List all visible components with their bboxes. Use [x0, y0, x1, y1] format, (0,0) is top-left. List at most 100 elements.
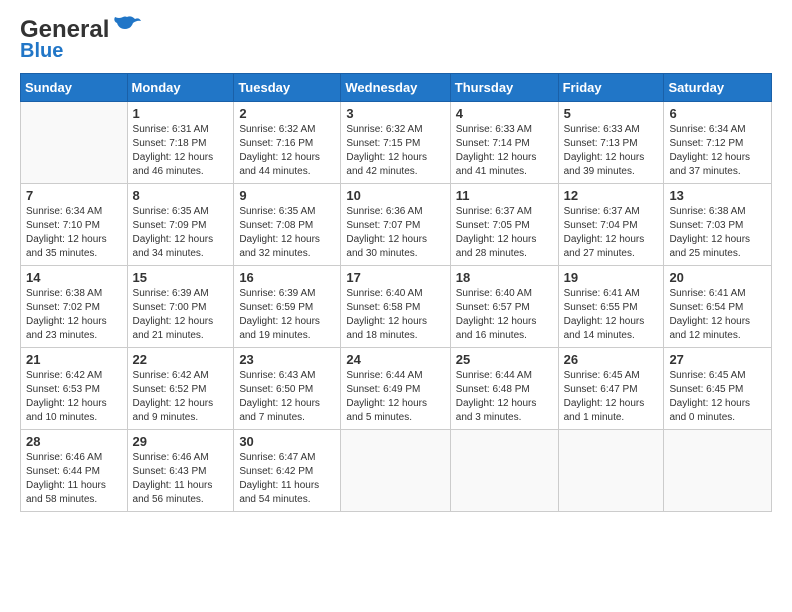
day-info: Sunrise: 6:34 AM Sunset: 7:10 PM Dayligh…	[26, 205, 122, 261]
day-cell: 12 Sunrise: 6:37 AM Sunset: 7:04 PM Dayli…	[558, 184, 664, 266]
day-number: 29	[133, 434, 229, 449]
week-row-1: 1Sunrise: 6:31 AM Sunset: 7:18 PM Daylig…	[21, 102, 772, 184]
day-info: Sunrise: 6:45 AM Sunset: 6:47 PM Dayligh…	[564, 369, 659, 425]
day-info: Sunrise: 6:46 AM Sunset: 6:44 PM Dayligh…	[26, 451, 122, 507]
weekday-sunday: Sunday	[21, 74, 128, 102]
day-number: 4	[456, 106, 553, 121]
weekday-friday: Friday	[558, 74, 664, 102]
day-cell: 19 Sunrise: 6:41 AM Sunset: 6:55 PM Dayli…	[558, 266, 664, 348]
day-cell	[664, 430, 772, 512]
day-info: Sunrise: 6:31 AM Sunset: 7:18 PM Dayligh…	[133, 123, 229, 179]
day-cell	[558, 430, 664, 512]
day-info: Sunrise: 6:46 AM Sunset: 6:43 PM Dayligh…	[133, 451, 229, 507]
day-cell	[21, 102, 128, 184]
day-cell: 11Sunrise: 6:37 AM Sunset: 7:05 PM Dayli…	[450, 184, 558, 266]
weekday-wednesday: Wednesday	[341, 74, 450, 102]
day-number: 28	[26, 434, 122, 449]
day-info: Sunrise: 6:36 AM Sunset: 7:07 PM Dayligh…	[346, 205, 444, 261]
day-cell: 22 Sunrise: 6:42 AM Sunset: 6:52 PM Dayli…	[127, 348, 234, 430]
week-row-5: 28 Sunrise: 6:46 AM Sunset: 6:44 PM Dayli…	[21, 430, 772, 512]
day-cell: 24 Sunrise: 6:44 AM Sunset: 6:49 PM Dayli…	[341, 348, 450, 430]
day-number: 22	[133, 352, 229, 367]
day-number: 8	[133, 188, 229, 203]
day-cell: 25 Sunrise: 6:44 AM Sunset: 6:48 PM Dayli…	[450, 348, 558, 430]
day-cell: 4 Sunrise: 6:33 AM Sunset: 7:14 PM Daylig…	[450, 102, 558, 184]
day-info: Sunrise: 6:33 AM Sunset: 7:14 PM Dayligh…	[456, 123, 553, 179]
day-cell: 10 Sunrise: 6:36 AM Sunset: 7:07 PM Dayli…	[341, 184, 450, 266]
day-cell: 6 Sunrise: 6:34 AM Sunset: 7:12 PM Daylig…	[664, 102, 772, 184]
day-cell: 8 Sunrise: 6:35 AM Sunset: 7:09 PM Daylig…	[127, 184, 234, 266]
day-info: Sunrise: 6:41 AM Sunset: 6:55 PM Dayligh…	[564, 287, 659, 343]
day-number: 6	[669, 106, 766, 121]
day-info: Sunrise: 6:38 AM Sunset: 7:02 PM Dayligh…	[26, 287, 122, 343]
day-info: Sunrise: 6:32 AM Sunset: 7:16 PM Dayligh…	[239, 123, 335, 179]
day-cell: 27 Sunrise: 6:45 AM Sunset: 6:45 PM Dayli…	[664, 348, 772, 430]
day-info: Sunrise: 6:37 AM Sunset: 7:04 PM Dayligh…	[564, 205, 659, 261]
day-info: Sunrise: 6:38 AM Sunset: 7:03 PM Dayligh…	[669, 205, 766, 261]
day-cell: 16Sunrise: 6:39 AM Sunset: 6:59 PM Dayli…	[234, 266, 341, 348]
day-info: Sunrise: 6:32 AM Sunset: 7:15 PM Dayligh…	[346, 123, 444, 179]
day-info: Sunrise: 6:47 AM Sunset: 6:42 PM Dayligh…	[239, 451, 335, 507]
day-info: Sunrise: 6:34 AM Sunset: 7:12 PM Dayligh…	[669, 123, 766, 179]
day-cell: 13 Sunrise: 6:38 AM Sunset: 7:03 PM Dayli…	[664, 184, 772, 266]
day-cell: 7Sunrise: 6:34 AM Sunset: 7:10 PM Daylig…	[21, 184, 128, 266]
day-info: Sunrise: 6:35 AM Sunset: 7:08 PM Dayligh…	[239, 205, 335, 261]
day-info: Sunrise: 6:43 AM Sunset: 6:50 PM Dayligh…	[239, 369, 335, 425]
page: General Blue SundayMondayTuesdayWednesda…	[0, 0, 792, 612]
week-row-4: 21Sunrise: 6:42 AM Sunset: 6:53 PM Dayli…	[21, 348, 772, 430]
logo-block: General Blue	[20, 16, 141, 63]
day-cell: 17Sunrise: 6:40 AM Sunset: 6:58 PM Dayli…	[341, 266, 450, 348]
day-info: Sunrise: 6:41 AM Sunset: 6:54 PM Dayligh…	[669, 287, 766, 343]
weekday-tuesday: Tuesday	[234, 74, 341, 102]
day-cell: 5Sunrise: 6:33 AM Sunset: 7:13 PM Daylig…	[558, 102, 664, 184]
day-number: 12	[564, 188, 659, 203]
day-cell: 14 Sunrise: 6:38 AM Sunset: 7:02 PM Dayli…	[21, 266, 128, 348]
day-cell: 18Sunrise: 6:40 AM Sunset: 6:57 PM Dayli…	[450, 266, 558, 348]
week-row-3: 14 Sunrise: 6:38 AM Sunset: 7:02 PM Dayli…	[21, 266, 772, 348]
day-number: 10	[346, 188, 444, 203]
day-info: Sunrise: 6:42 AM Sunset: 6:52 PM Dayligh…	[133, 369, 229, 425]
logo: General Blue	[20, 16, 141, 63]
day-cell	[450, 430, 558, 512]
day-cell: 29 Sunrise: 6:46 AM Sunset: 6:43 PM Dayli…	[127, 430, 234, 512]
day-number: 16	[239, 270, 335, 285]
day-cell: 9 Sunrise: 6:35 AM Sunset: 7:08 PM Daylig…	[234, 184, 341, 266]
weekday-thursday: Thursday	[450, 74, 558, 102]
weekday-monday: Monday	[127, 74, 234, 102]
day-number: 25	[456, 352, 553, 367]
day-cell: 23Sunrise: 6:43 AM Sunset: 6:50 PM Dayli…	[234, 348, 341, 430]
weekday-header-row: SundayMondayTuesdayWednesdayThursdayFrid…	[21, 74, 772, 102]
weekday-saturday: Saturday	[664, 74, 772, 102]
day-number: 13	[669, 188, 766, 203]
day-info: Sunrise: 6:44 AM Sunset: 6:49 PM Dayligh…	[346, 369, 444, 425]
day-number: 27	[669, 352, 766, 367]
week-row-2: 7Sunrise: 6:34 AM Sunset: 7:10 PM Daylig…	[21, 184, 772, 266]
day-number: 30	[239, 434, 335, 449]
day-cell: 2 Sunrise: 6:32 AM Sunset: 7:16 PM Daylig…	[234, 102, 341, 184]
day-info: Sunrise: 6:44 AM Sunset: 6:48 PM Dayligh…	[456, 369, 553, 425]
day-info: Sunrise: 6:45 AM Sunset: 6:45 PM Dayligh…	[669, 369, 766, 425]
day-number: 24	[346, 352, 444, 367]
day-cell: 30 Sunrise: 6:47 AM Sunset: 6:42 PM Dayli…	[234, 430, 341, 512]
day-number: 9	[239, 188, 335, 203]
day-cell	[341, 430, 450, 512]
day-number: 18	[456, 270, 553, 285]
day-number: 2	[239, 106, 335, 121]
day-info: Sunrise: 6:33 AM Sunset: 7:13 PM Dayligh…	[564, 123, 659, 179]
day-number: 26	[564, 352, 659, 367]
day-number: 14	[26, 270, 122, 285]
day-info: Sunrise: 6:37 AM Sunset: 7:05 PM Dayligh…	[456, 205, 553, 261]
logo-bird-icon	[113, 15, 141, 37]
day-cell: 20 Sunrise: 6:41 AM Sunset: 6:54 PM Dayli…	[664, 266, 772, 348]
day-number: 15	[133, 270, 229, 285]
day-number: 21	[26, 352, 122, 367]
day-number: 19	[564, 270, 659, 285]
day-cell: 1Sunrise: 6:31 AM Sunset: 7:18 PM Daylig…	[127, 102, 234, 184]
day-number: 3	[346, 106, 444, 121]
day-info: Sunrise: 6:39 AM Sunset: 7:00 PM Dayligh…	[133, 287, 229, 343]
day-number: 20	[669, 270, 766, 285]
day-number: 17	[346, 270, 444, 285]
day-cell: 21Sunrise: 6:42 AM Sunset: 6:53 PM Dayli…	[21, 348, 128, 430]
day-cell: 26 Sunrise: 6:45 AM Sunset: 6:47 PM Dayli…	[558, 348, 664, 430]
day-info: Sunrise: 6:35 AM Sunset: 7:09 PM Dayligh…	[133, 205, 229, 261]
